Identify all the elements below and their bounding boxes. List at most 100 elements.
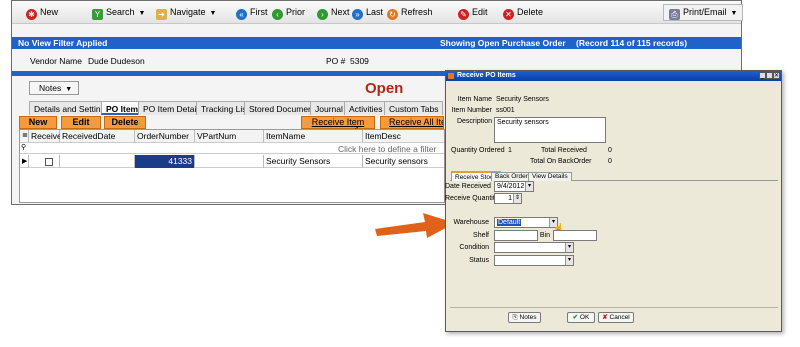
app-icon: [448, 73, 454, 79]
tab-back-order[interactable]: Back Order: [491, 172, 532, 181]
status-bar: No View Filter Applied Showing Open Purc…: [12, 37, 741, 49]
chevron-down-icon: ▼: [138, 10, 146, 17]
cancel-button[interactable]: ✘ Cancel: [598, 312, 634, 323]
chevron-down-icon[interactable]: ▾: [565, 256, 573, 265]
refresh-button[interactable]: ↻ Refresh: [381, 4, 439, 21]
tab-activities[interactable]: Activities: [344, 101, 388, 115]
tab-journal[interactable]: Journal: [310, 101, 348, 115]
item-name-label: Item Name: [457, 96, 492, 103]
description-label: Description: [456, 118, 492, 125]
chevron-down-icon[interactable]: ▾: [525, 182, 533, 191]
print-email-button[interactable]: ⎙ Print/Email ▼: [663, 4, 744, 21]
status-label: Status: [469, 257, 489, 264]
row-selector-header: ≣: [20, 130, 29, 142]
receive-item-button[interactable]: Receive Item: [301, 116, 375, 129]
item-new-button[interactable]: New: [19, 116, 57, 129]
item-name-value: Security Sensors: [496, 96, 549, 103]
received-checkbox[interactable]: [45, 158, 53, 166]
item-name-cell[interactable]: Security Sensors: [264, 155, 363, 168]
dialog-title: Receive PO Items: [457, 72, 516, 79]
chevron-down-icon: ▼: [730, 10, 738, 17]
notes-button[interactable]: ⎘ Notes: [508, 312, 541, 323]
condition-label: Condition: [459, 244, 489, 251]
refresh-icon: ↻: [387, 9, 398, 20]
spin-icon[interactable]: ⇕: [513, 194, 521, 203]
minimize-button[interactable]: _: [759, 72, 766, 79]
filter-status: No View Filter Applied: [18, 38, 108, 48]
filter-icon: ⚲: [21, 144, 27, 151]
ok-button[interactable]: ✔ OK: [567, 312, 595, 323]
total-received-label: Total Received: [541, 147, 587, 154]
col-vpartnum[interactable]: VPartNum: [195, 130, 264, 142]
vpartnum-cell[interactable]: [195, 155, 264, 168]
dialog-footer-divider: [450, 307, 778, 308]
navigate-button[interactable]: ➜ Navigate ▼: [150, 4, 222, 21]
printer-icon: ⎙: [669, 9, 680, 20]
navigate-icon: ➜: [156, 9, 167, 20]
col-received[interactable]: Received: [29, 130, 66, 142]
condition-select[interactable]: ▾: [494, 242, 574, 253]
chevron-down-icon: ▼: [65, 86, 73, 93]
next-icon: ›: [317, 9, 328, 20]
dialog-titlebar: Receive PO Items: [446, 71, 781, 81]
checkmark-icon: ✔: [572, 314, 579, 321]
col-item-name[interactable]: ItemName: [264, 130, 363, 142]
total-backorder-label: Total On BackOrder: [530, 158, 592, 165]
item-desc-cell[interactable]: Security sensors: [363, 155, 444, 168]
search-icon: Y: [92, 9, 103, 20]
col-received-date[interactable]: ReceivedDate: [60, 130, 135, 142]
search-button[interactable]: Y Search ▼: [86, 4, 151, 21]
new-button[interactable]: ✱ New: [20, 4, 64, 21]
delete-icon: ✕: [503, 9, 514, 20]
receive-quantity-label: Receive Quantity: [445, 195, 499, 202]
filter-row[interactable]: ⚲ Click here to define a filter: [20, 142, 444, 154]
order-number-cell[interactable]: 41333: [135, 155, 195, 168]
delete-button[interactable]: ✕ Delete: [497, 4, 549, 21]
edit-button[interactable]: ✎ Edit: [452, 4, 494, 21]
prior-icon: ‹: [272, 9, 283, 20]
total-received-value: 0: [608, 147, 612, 154]
showing-status: Showing Open Purchase Order: [440, 38, 566, 48]
shelf-field[interactable]: [494, 230, 538, 241]
vendor-name-label: Vendor Name: [30, 56, 82, 66]
tab-custom-tabs[interactable]: Custom Tabs: [384, 101, 444, 115]
date-received-field[interactable]: 9/4/2012 ▾: [494, 181, 534, 192]
item-edit-button[interactable]: Edit: [61, 116, 101, 129]
status-select[interactable]: ▾: [494, 255, 574, 266]
cancel-icon: ✘: [602, 314, 608, 321]
bin-label: Bin: [539, 232, 550, 239]
item-number-label: Item Number: [451, 107, 492, 114]
received-checkbox-cell[interactable]: [29, 155, 60, 168]
qty-ordered-value: 1: [508, 147, 512, 154]
chevron-down-icon: ▼: [209, 10, 217, 17]
col-item-desc[interactable]: ItemDesc: [363, 130, 444, 142]
close-button[interactable]: ✕: [773, 72, 780, 79]
notes-dropdown[interactable]: Notes ▼: [29, 81, 79, 95]
record-status: (Record 114 of 115 records): [576, 38, 688, 48]
maximize-button[interactable]: [766, 72, 773, 79]
shelf-label: Shelf: [473, 232, 489, 239]
receive-quantity-stepper[interactable]: 1 ⇕: [494, 193, 522, 204]
date-received-label: Date Received: [445, 183, 491, 190]
prior-button[interactable]: ‹ Prior: [266, 4, 311, 21]
row-pointer-icon: ▶: [20, 155, 29, 168]
new-icon: ✱: [26, 9, 37, 20]
bin-field[interactable]: [553, 230, 597, 241]
po-number-value: 5309: [350, 56, 369, 66]
tab-view-details[interactable]: View Details: [528, 172, 572, 181]
received-date-cell[interactable]: [60, 155, 135, 168]
item-delete-button[interactable]: Delete: [104, 116, 146, 129]
last-icon: »: [352, 9, 363, 20]
col-order-number[interactable]: OrderNumber: [135, 130, 195, 142]
item-number-value: ss001: [496, 107, 515, 114]
po-number-label: PO #: [326, 56, 346, 66]
chevron-down-icon[interactable]: ▾: [565, 243, 573, 252]
po-status-text: Open: [365, 80, 404, 97]
vendor-name-value: Dude Dudeson: [88, 56, 145, 66]
warehouse-select[interactable]: Default ▾: [494, 217, 558, 228]
edit-icon: ✎: [458, 9, 469, 20]
description-field[interactable]: Security sensors: [494, 117, 606, 143]
receive-all-button[interactable]: Receive All Item: [380, 116, 444, 129]
qty-ordered-label: Quantity Ordered: [451, 147, 505, 154]
first-icon: «: [236, 9, 247, 20]
